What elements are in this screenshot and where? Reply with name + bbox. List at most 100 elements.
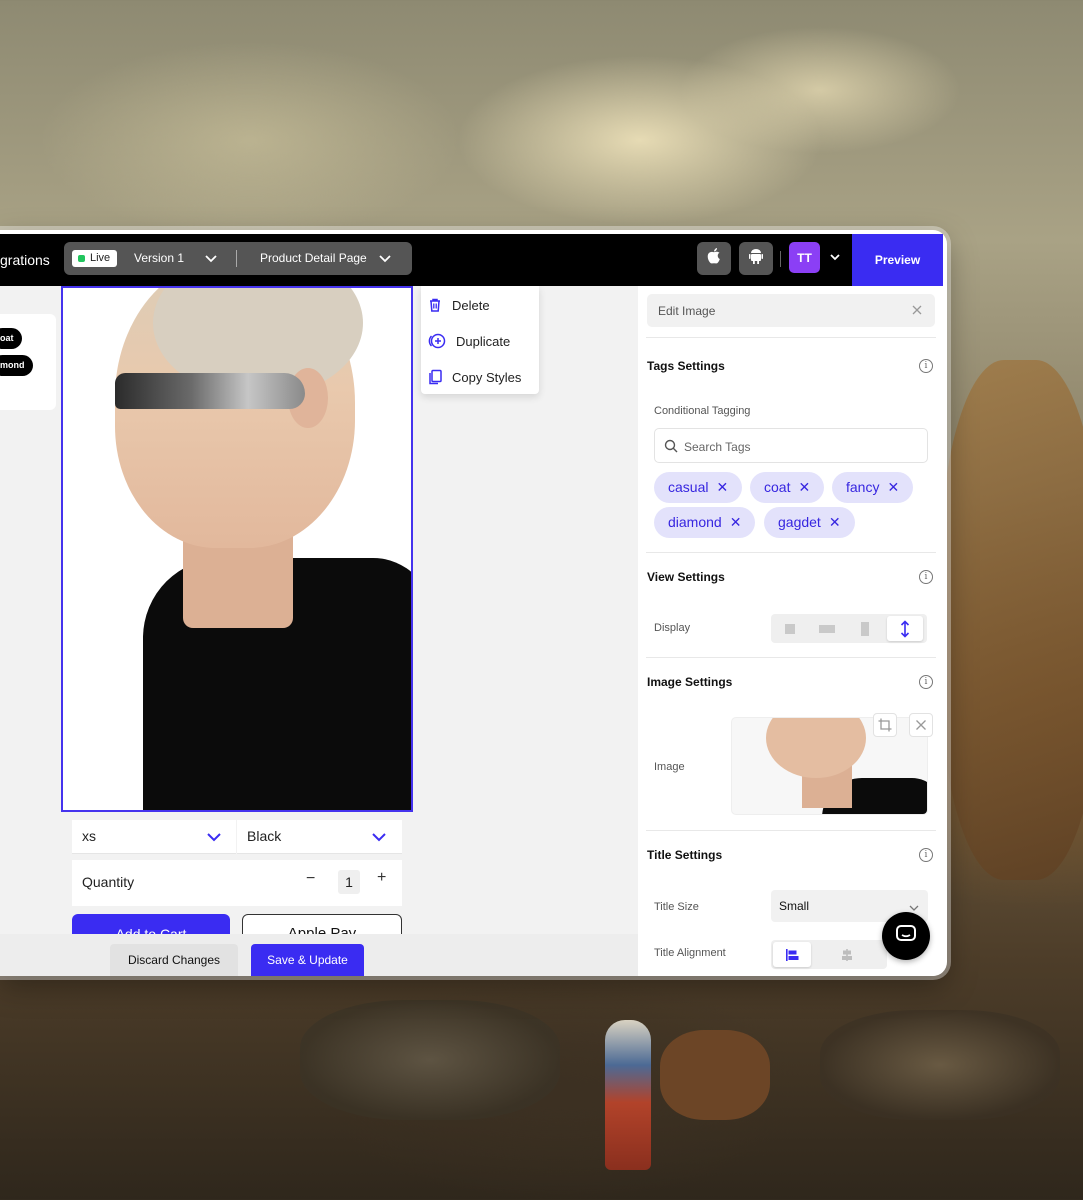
display-mode-toggle bbox=[771, 614, 927, 643]
editor-window: grations Live Version 1 Product Detail P… bbox=[0, 230, 947, 976]
save-update-button[interactable]: Save & Update bbox=[251, 944, 364, 976]
info-icon[interactable]: i bbox=[919, 570, 933, 584]
remove-image-icon[interactable] bbox=[909, 713, 933, 737]
trash-icon bbox=[430, 298, 440, 312]
info-icon[interactable]: i bbox=[919, 848, 933, 862]
context-menu-copy-styles[interactable]: Copy Styles bbox=[427, 365, 521, 389]
nav-integrations-label[interactable]: grations bbox=[0, 252, 50, 268]
search-placeholder: Search Tags bbox=[684, 440, 751, 454]
search-icon bbox=[664, 439, 678, 458]
context-menu-duplicate[interactable]: Duplicate bbox=[427, 329, 510, 353]
background-figure bbox=[605, 1020, 651, 1170]
top-bar: grations Live Version 1 Product Detail P… bbox=[0, 234, 943, 286]
remove-tag-icon[interactable]: ✕ bbox=[730, 514, 742, 530]
selected-product-image[interactable] bbox=[61, 286, 413, 812]
tag-label: diamond bbox=[668, 514, 722, 530]
tag-chip[interactable]: coat ✕ bbox=[750, 472, 825, 503]
image-sunglasses bbox=[115, 373, 305, 409]
title-alignment-toggle bbox=[771, 940, 887, 969]
title-alignment-label: Title Alignment bbox=[654, 947, 726, 959]
android-preview-button[interactable] bbox=[739, 242, 773, 275]
settings-panel: Edit Image Tags Settings i Conditional T… bbox=[638, 286, 943, 976]
context-menu-label: Duplicate bbox=[456, 333, 511, 349]
preview-button[interactable]: Preview bbox=[852, 234, 943, 286]
divider bbox=[646, 830, 936, 831]
wide-layout-icon[interactable] bbox=[809, 616, 845, 641]
tag-search-input[interactable]: Search Tags bbox=[654, 428, 928, 463]
remove-tag-icon[interactable]: ✕ bbox=[798, 479, 810, 495]
element-context-menu: Delete Duplicate Copy Styles bbox=[421, 286, 539, 394]
remove-tag-icon[interactable]: ✕ bbox=[829, 514, 841, 530]
live-label: Live bbox=[90, 252, 111, 264]
bottom-action-bar: Discard Changes Save & Update bbox=[0, 934, 638, 976]
chevron-down-icon[interactable] bbox=[204, 249, 218, 272]
display-label: Display bbox=[654, 622, 691, 634]
chevron-down-icon bbox=[206, 830, 222, 848]
remove-tag-icon[interactable]: ✕ bbox=[716, 479, 728, 495]
info-icon[interactable]: i bbox=[919, 675, 933, 689]
size-select[interactable]: xs bbox=[72, 820, 236, 854]
color-select[interactable]: Black bbox=[237, 820, 402, 854]
title-size-value: Small bbox=[779, 899, 810, 913]
quantity-decrement-button[interactable]: − bbox=[306, 870, 315, 888]
context-menu-delete[interactable]: Delete bbox=[427, 293, 490, 317]
image-label: Image bbox=[654, 761, 685, 773]
view-settings-title: View Settings bbox=[647, 570, 725, 584]
panel-title: Edit Image bbox=[658, 304, 716, 318]
square-layout-icon[interactable] bbox=[772, 616, 808, 641]
design-canvas: oat mond xs Black Quantity − 1 + Delete … bbox=[0, 286, 638, 976]
context-menu-label: Delete bbox=[452, 297, 490, 313]
align-left-icon[interactable] bbox=[773, 942, 811, 967]
chevron-down-icon[interactable] bbox=[828, 250, 842, 269]
tag-pill: mond bbox=[0, 355, 33, 376]
tag-label: fancy bbox=[846, 479, 880, 495]
copy-icon bbox=[429, 369, 442, 385]
remove-tag-icon[interactable]: ✕ bbox=[887, 479, 899, 495]
tag-chip[interactable]: diamond ✕ bbox=[654, 507, 756, 538]
image-thumbnail[interactable] bbox=[731, 717, 928, 815]
tag-pill: oat bbox=[0, 328, 22, 349]
background-rock bbox=[940, 360, 1083, 880]
background-rock bbox=[820, 1010, 1060, 1120]
color-select-value: Black bbox=[247, 828, 282, 844]
divider bbox=[646, 657, 936, 658]
tag-chip[interactable]: fancy ✕ bbox=[832, 472, 914, 503]
align-center-icon[interactable] bbox=[829, 942, 865, 967]
background-cow bbox=[660, 1030, 770, 1120]
tall-layout-icon[interactable] bbox=[847, 616, 883, 641]
info-icon[interactable]: i bbox=[919, 359, 933, 373]
auto-height-icon[interactable] bbox=[887, 616, 923, 641]
quantity-label: Quantity bbox=[82, 874, 135, 890]
tag-label: casual bbox=[668, 479, 709, 495]
divider bbox=[646, 337, 936, 338]
context-menu-label: Copy Styles bbox=[452, 369, 522, 385]
user-avatar[interactable]: TT bbox=[789, 242, 820, 273]
chevron-down-icon[interactable] bbox=[378, 249, 392, 272]
android-icon bbox=[749, 248, 763, 269]
version-label[interactable]: Version 1 bbox=[134, 251, 184, 265]
close-icon[interactable] bbox=[911, 302, 923, 323]
page-dropdown-label[interactable]: Product Detail Page bbox=[260, 251, 367, 265]
title-size-label: Title Size bbox=[654, 901, 699, 913]
size-select-value: xs bbox=[82, 828, 96, 844]
crop-icon[interactable] bbox=[873, 713, 897, 737]
panel-header: Edit Image bbox=[647, 294, 935, 327]
discard-changes-button[interactable]: Discard Changes bbox=[110, 944, 238, 976]
image-settings-title: Image Settings bbox=[647, 675, 733, 689]
divider bbox=[646, 552, 936, 553]
apple-icon bbox=[707, 248, 721, 269]
tag-chip[interactable]: gagdet ✕ bbox=[764, 507, 855, 538]
title-settings-title: Title Settings bbox=[647, 848, 723, 862]
ios-preview-button[interactable] bbox=[697, 242, 731, 275]
page-selector-group: Live Version 1 Product Detail Page bbox=[64, 242, 412, 275]
background-rock bbox=[300, 1000, 560, 1120]
quantity-increment-button[interactable]: + bbox=[377, 869, 386, 887]
plus-circle-icon bbox=[428, 333, 446, 349]
quantity-value[interactable]: 1 bbox=[338, 870, 360, 894]
chat-support-button[interactable] bbox=[882, 912, 930, 960]
tag-label: gagdet bbox=[778, 514, 821, 530]
tag-chip[interactable]: casual ✕ bbox=[654, 472, 743, 503]
quantity-stepper: Quantity − 1 + bbox=[72, 860, 402, 906]
tag-label: coat bbox=[764, 479, 791, 495]
tags-preview-card: oat mond bbox=[0, 314, 56, 410]
